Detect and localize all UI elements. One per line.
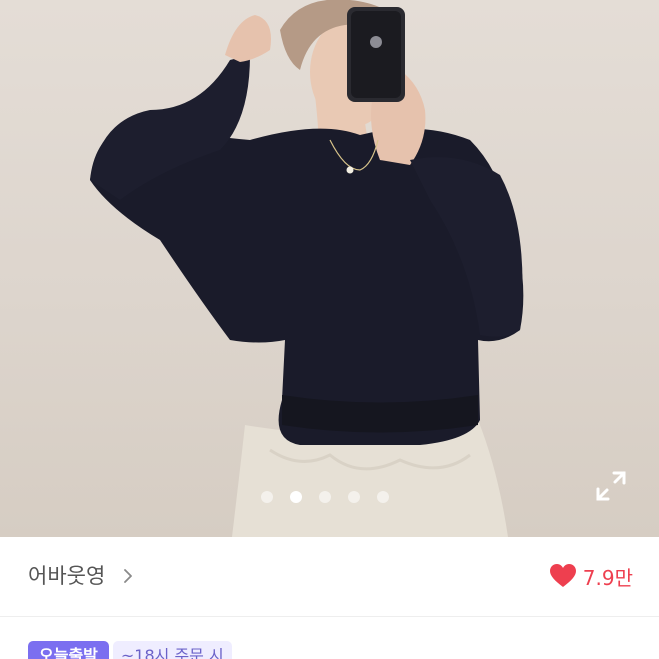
carousel-dot-active[interactable] <box>290 491 302 503</box>
carousel-pagination <box>261 490 389 504</box>
store-info-row: 어바웃영 7.9만 <box>0 537 659 617</box>
same-day-shipping-badge: 오늘출발 <box>28 641 109 659</box>
delivery-badges: 오늘출발 ~18시 주문 시 <box>28 641 232 659</box>
carousel-dot[interactable] <box>319 491 331 503</box>
expand-icon <box>596 471 626 501</box>
heart-icon <box>549 564 576 587</box>
chevron-right-icon[interactable] <box>122 568 134 584</box>
product-image-carousel[interactable] <box>0 0 659 537</box>
like-count: 7.9만 <box>582 565 633 590</box>
carousel-dot[interactable] <box>348 491 360 503</box>
product-photo <box>90 0 524 537</box>
carousel-dot[interactable] <box>261 491 273 503</box>
expand-button[interactable] <box>594 469 628 503</box>
store-name-link[interactable]: 어바웃영 <box>28 560 105 590</box>
carousel-dot[interactable] <box>377 491 389 503</box>
like-button[interactable]: 7.9만 <box>549 561 633 591</box>
shipping-cutoff-badge: ~18시 주문 시 <box>112 641 232 659</box>
